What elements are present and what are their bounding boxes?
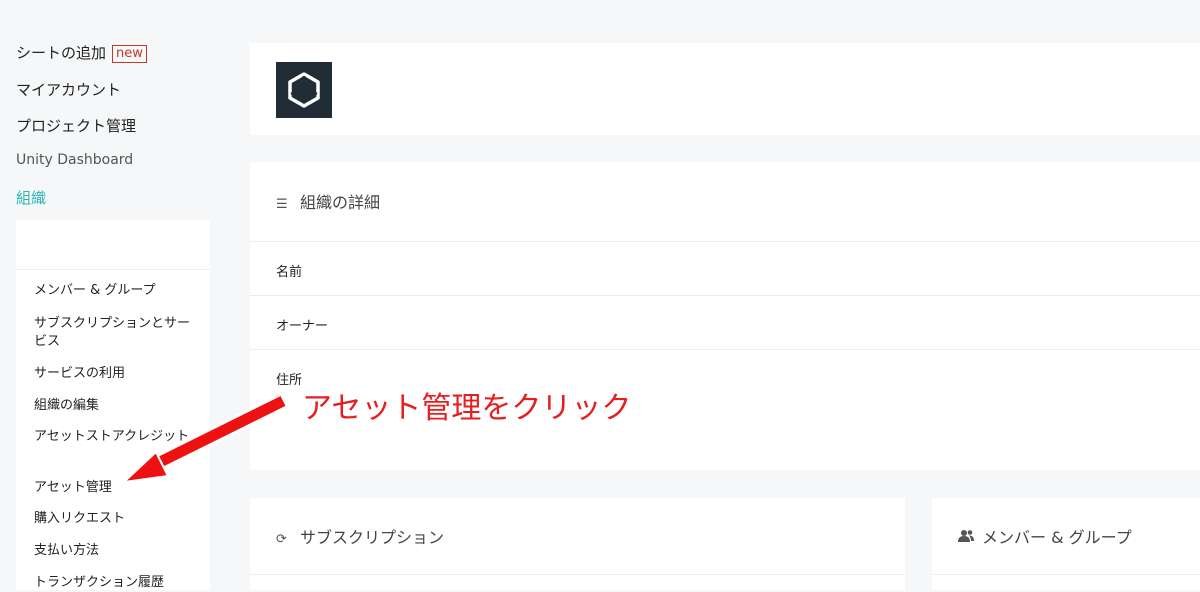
annotation-text: アセット管理をクリック: [302, 391, 632, 426]
annotation-arrow: [123, 393, 287, 483]
